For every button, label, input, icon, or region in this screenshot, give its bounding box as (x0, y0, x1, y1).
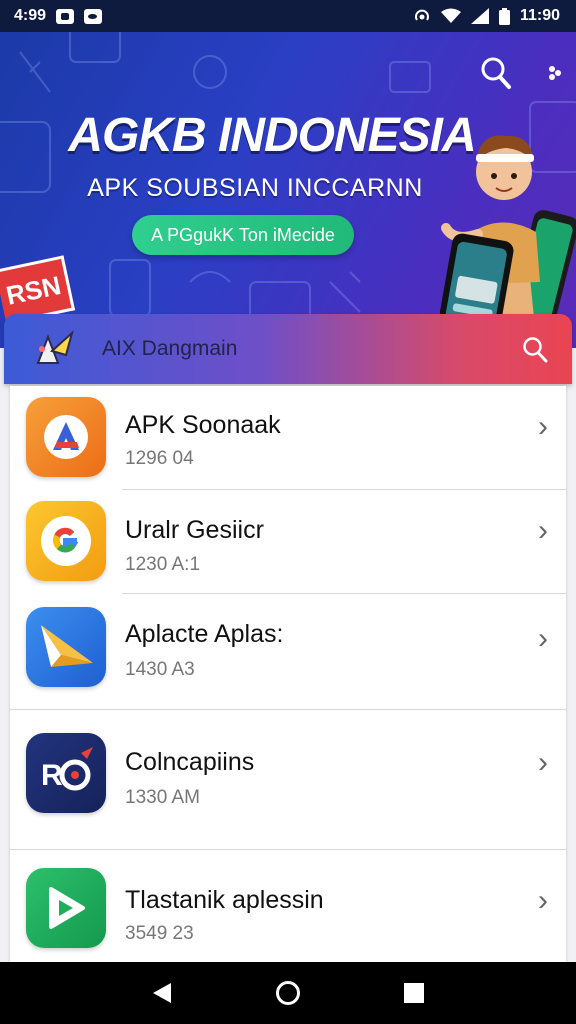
app-meta: 3549 23 (125, 923, 194, 944)
hero-subtitle: APK SOUBSIAN INCCARNN (87, 174, 423, 202)
home-icon[interactable] (275, 980, 301, 1006)
chevron-right-icon: › (538, 884, 548, 917)
google-g-icon (26, 501, 106, 581)
app-meta: 1430 A3 (125, 659, 195, 680)
section-header: AIX Dangmain (4, 314, 572, 384)
mascot-illustration (440, 135, 576, 348)
status-bar: 4:99 11:90 (0, 0, 576, 32)
status-time-right: 11:90 (519, 7, 560, 24)
list-item[interactable]: R Colncapiins 1330 AM › (10, 710, 566, 850)
section-logo-icon (36, 329, 74, 364)
list-item[interactable]: APK Soonaak 1296 04 › (10, 386, 566, 490)
app-name: APK Soonaak (125, 411, 281, 439)
more-options-icon[interactable] (548, 64, 562, 82)
section-search-icon[interactable] (522, 336, 548, 363)
media-icon (84, 8, 103, 24)
paper-plane-icon (26, 607, 106, 687)
app-name: Tlastanik aplessin (125, 886, 324, 914)
list-item[interactable]: Aplacte Aplas: 1430 A3 › (10, 594, 566, 710)
back-icon[interactable] (151, 981, 173, 1005)
chevron-right-icon: › (538, 746, 548, 779)
signal-icon (470, 8, 489, 24)
chevron-right-icon: › (538, 514, 548, 547)
recents-icon[interactable] (403, 982, 425, 1004)
status-time-left: 4:99 (14, 7, 47, 24)
wifi-icon (440, 8, 461, 23)
app-meta: 1230 A:1 (125, 554, 201, 575)
notification-icon (56, 8, 75, 24)
battery-icon (498, 7, 510, 25)
list-item[interactable]: Tlastanik aplessin 3549 23 › (10, 850, 566, 966)
app-meta: 1330 AM (125, 787, 200, 808)
rg-logo-icon: R (26, 733, 106, 813)
navigation-bar (0, 962, 576, 1024)
app-name: Colncapiins (125, 748, 255, 776)
play-icon (26, 868, 106, 948)
hotspot-icon (414, 9, 429, 21)
chevron-right-icon: › (538, 410, 548, 443)
app-list: APK Soonaak 1296 04 › Uralr Gesiicr 1230… (10, 386, 566, 966)
a-logo-icon (26, 397, 106, 477)
app-name: Uralr Gesiicr (125, 516, 264, 544)
chevron-right-icon: › (538, 622, 548, 655)
app-screen: 4:99 11:90 AGKB INDONESIA APK SOUBSIAN I… (0, 0, 576, 1024)
section-title: AIX Dangmain (102, 337, 238, 360)
app-meta: 1296 04 (125, 448, 194, 469)
hero-banner: AGKB INDONESIA APK SOUBSIAN INCCARNN A P… (0, 32, 576, 348)
hero-cta-button[interactable]: A PGgukK Ton iMecide (132, 215, 354, 255)
search-icon[interactable] (480, 56, 512, 90)
app-name: Aplacte Aplas: (125, 620, 284, 648)
list-item[interactable]: Uralr Gesiicr 1230 A:1 › (10, 490, 566, 594)
